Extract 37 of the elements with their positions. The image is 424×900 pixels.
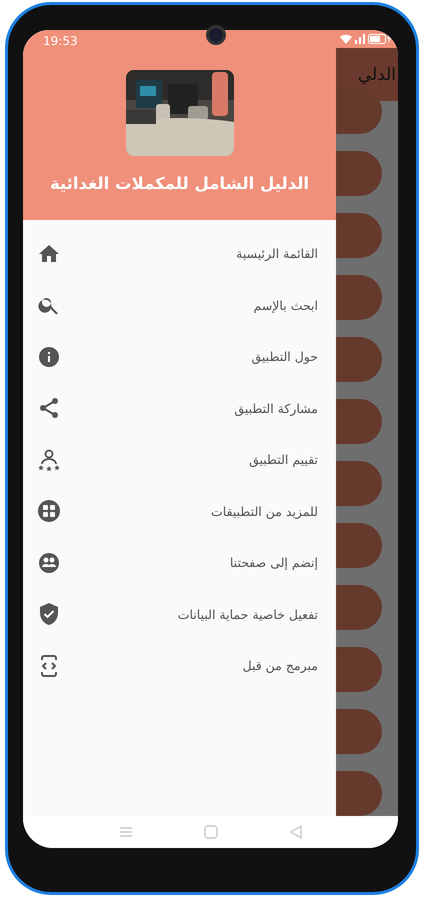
list-card[interactable]: [336, 771, 382, 816]
signal-icon: [355, 34, 365, 44]
back-icon[interactable]: [288, 825, 302, 839]
list-card[interactable]: [336, 461, 382, 506]
menu-icon[interactable]: [118, 826, 132, 838]
share-icon: [37, 396, 61, 420]
list-card[interactable]: [336, 151, 382, 196]
menu-item[interactable]: للمزيد من التطبيقات: [23, 486, 336, 537]
menu-item[interactable]: تقييم التطبيق: [23, 434, 336, 486]
wifi-icon: [340, 34, 352, 44]
app-bar-title: الدلي: [358, 64, 397, 85]
menu-item[interactable]: مبرمج من قبل: [23, 640, 336, 692]
info-icon: [37, 344, 61, 369]
menu-item[interactable]: ابحث بالإسم: [23, 280, 336, 331]
home-square-icon[interactable]: [204, 825, 218, 839]
list-card[interactable]: [336, 89, 382, 134]
list-card[interactable]: [336, 523, 382, 568]
menu-item[interactable]: حول التطبيق: [23, 331, 336, 382]
list-card[interactable]: [336, 213, 382, 258]
list-card[interactable]: [336, 337, 382, 382]
list-card[interactable]: [336, 709, 382, 754]
app-title: الدليل الشامل للمكملات الغدائية: [50, 174, 310, 193]
menu-item[interactable]: مشاركة التطبيق: [23, 382, 336, 434]
battery-icon: [368, 34, 392, 44]
list-card[interactable]: [336, 275, 382, 320]
user-stars-icon: [37, 448, 61, 472]
camera-icon: [206, 25, 226, 45]
list-card[interactable]: [336, 647, 382, 692]
menu-item[interactable]: تفعيل خاصية حماية البيانات: [23, 588, 336, 640]
list-card[interactable]: [336, 399, 382, 444]
shield-check-icon: [37, 602, 61, 626]
status-time: 19:53: [42, 33, 78, 50]
group-icon: [37, 550, 61, 575]
menu-item[interactable]: القائمة الرئيسية: [23, 228, 336, 280]
menu-item[interactable]: إنضم إلى صفحتنا: [23, 537, 336, 588]
list-card[interactable]: [336, 585, 382, 630]
apps-icon: [37, 499, 61, 524]
